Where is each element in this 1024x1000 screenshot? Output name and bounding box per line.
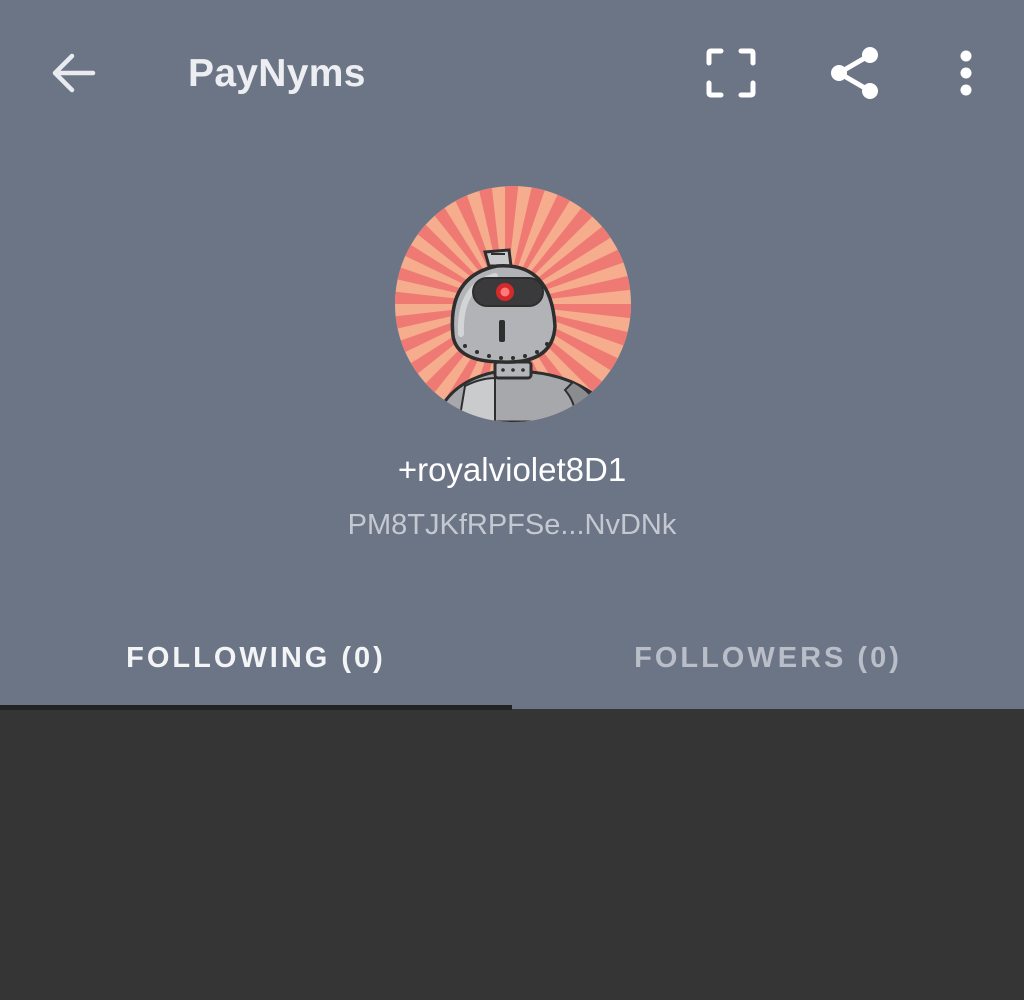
tab-followers-label: FOLLOWERS (0)	[634, 641, 902, 674]
more-options-button[interactable]	[936, 30, 996, 116]
payment-code[interactable]: PM8TJKfRPFSe...NvDNk	[262, 505, 762, 545]
avatar[interactable]	[395, 186, 631, 422]
more-vertical-icon	[960, 50, 972, 96]
nym-name[interactable]: +royalviolet8D1	[262, 448, 762, 492]
scan-frame-icon	[706, 48, 756, 98]
robot-avatar-icon	[395, 186, 631, 422]
tab-following-label: FOLLOWING (0)	[126, 641, 386, 674]
toolbar: PayNyms	[0, 0, 1024, 150]
page-title: PayNyms	[188, 52, 366, 95]
following-list	[0, 710, 1024, 1000]
tab-following[interactable]: FOLLOWING (0)	[0, 612, 512, 704]
arrow-left-icon	[52, 53, 96, 93]
tab-followers[interactable]: FOLLOWERS (0)	[512, 612, 1024, 704]
share-icon	[831, 47, 878, 99]
share-button[interactable]	[812, 30, 898, 116]
profile-header: PayNyms +royalviolet8D1 PM8TJKfRPFSe...N…	[0, 0, 1024, 709]
scan-button[interactable]	[688, 30, 774, 116]
back-button[interactable]	[30, 30, 116, 116]
